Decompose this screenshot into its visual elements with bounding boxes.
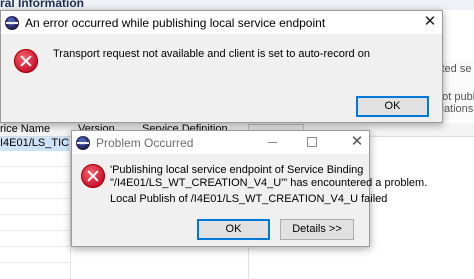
problem-dialog-title: Problem Occurred [96,136,194,150]
table-row[interactable]: I4E01/LS_TICKET_C [0,137,70,151]
close-icon[interactable]: ✕ [348,133,366,151]
section-title: ral Information [0,0,85,10]
table-grid-line [0,246,70,247]
problem-message-line: 'Publishing local service endpoint of Se… [110,164,364,176]
table-grid-line [0,182,70,183]
close-icon[interactable]: ✕ [421,13,439,31]
ok-button[interactable]: OK [197,219,270,240]
error-icon [81,164,105,188]
eclipse-app-icon [76,136,90,150]
minimize-icon[interactable] [268,142,277,143]
problem-detail: Local Publish of /I4E01/LS_WT_CREATION_V… [110,193,388,205]
error-dialog-title: An error occurred while publishing local… [25,16,326,30]
error-icon [14,49,38,73]
table-grid-line [0,198,70,199]
details-button[interactable]: Details >> [280,219,354,240]
problem-message-line: "/I4E01/LS_WT_CREATION_V4_U"' has encoun… [110,177,428,189]
error-dialog-titlebar[interactable]: An error occurred while publishing local… [1,11,442,34]
problem-dialog-titlebar[interactable]: Problem Occurred ✕ [72,131,369,154]
table-grid-line [0,262,70,263]
table-grid-line [0,230,70,231]
table-cell-service-name: I4E01/LS_TICKET_C [0,137,70,149]
problem-dialog: Problem Occurred ✕ 'Publishing local ser… [71,130,427,247]
eclipse-app-icon [5,16,19,30]
error-message: Transport request not available and clie… [53,48,370,60]
table-grid-line [0,214,70,215]
background-header: ral Information [0,0,474,10]
error-dialog: An error occurred while publishing local… [0,10,443,123]
table-grid-line [0,166,70,167]
ok-button[interactable]: OK [356,96,429,117]
column-header-service-name[interactable]: rice Name [0,123,50,135]
maximize-icon[interactable] [307,137,317,147]
